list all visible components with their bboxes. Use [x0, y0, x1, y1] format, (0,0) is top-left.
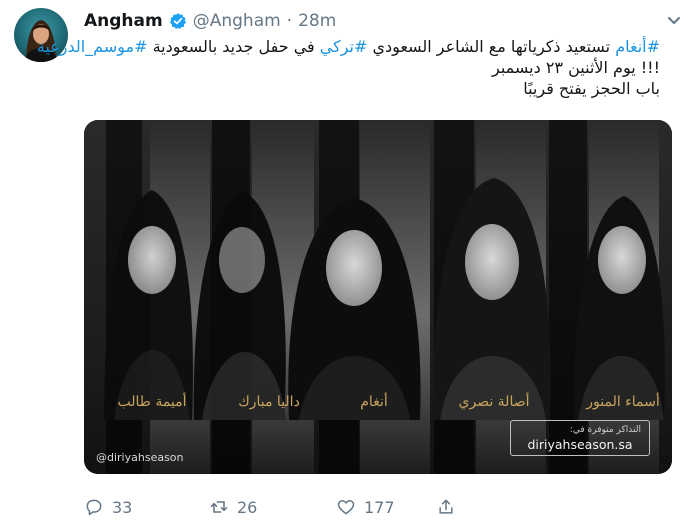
tweet-line-1: #أنغام تستعيد ذكرياتها مع الشاعر السعودي…: [37, 36, 660, 57]
tweet-text: #أنغام تستعيد ذكرياتها مع الشاعر السعودي…: [37, 36, 660, 99]
more-options-chevron[interactable]: [664, 10, 684, 30]
share-button[interactable]: [436, 497, 456, 517]
separator-dot: ·: [286, 11, 293, 31]
like-icon: [337, 500, 355, 515]
image-watermark: @diriyahseason: [96, 451, 184, 464]
chevron-down-icon: [668, 17, 680, 24]
tweet-timestamp[interactable]: 28m: [298, 11, 336, 31]
tweet-text-segment: تستعيد ذكرياتها مع الشاعر السعودي: [367, 37, 616, 56]
artist-name: أسماء المنور: [586, 394, 660, 410]
retweet-button[interactable]: 26: [209, 497, 336, 517]
ticket-url: diriyahseason.sa: [527, 437, 633, 452]
like-button[interactable]: 177: [336, 497, 436, 517]
tweet-line-3: باب الحجز يفتح قريبًا: [523, 79, 660, 98]
tweet-text-segment: في حفل جديد بالسعودية: [147, 37, 320, 56]
artist-name: أنغام: [360, 394, 388, 410]
reply-button[interactable]: 33: [84, 497, 209, 517]
hashtag-turki[interactable]: #تركي: [320, 37, 368, 56]
artist-name: داليا مبارك: [238, 394, 300, 410]
artist-name: أميمة طالب: [117, 394, 187, 410]
retweet-icon: [210, 501, 228, 513]
verified-badge-icon: [169, 12, 187, 30]
tweet-header: Angham @Angham · 28m: [84, 10, 336, 32]
ticket-caption: التذاكر متوفرة في:: [569, 425, 641, 435]
share-icon: [439, 499, 453, 514]
hashtag-diriyah-season[interactable]: #موسم_الدرعية: [37, 37, 148, 56]
reply-icon: [86, 499, 102, 516]
reply-count: 33: [112, 497, 133, 517]
author-handle[interactable]: @Angham: [193, 11, 281, 31]
ticket-info-box: التذاكر متوفرة في: diriyahseason.sa: [510, 420, 650, 456]
tweet-media-image[interactable]: أسماء المنور أصالة نصري أنغام داليا مبار…: [84, 120, 672, 474]
like-count: 177: [364, 497, 395, 517]
hashtag-angham[interactable]: #أنغام: [615, 37, 660, 56]
retweet-count: 26: [237, 497, 258, 517]
artist-name: أصالة نصري: [458, 394, 530, 410]
author-name[interactable]: Angham: [84, 11, 163, 31]
tweet-line-2: !!! يوم الأثنين ٢٣ ديسمبر: [491, 58, 660, 77]
tweet-actions: 33 26 177: [84, 495, 456, 519]
